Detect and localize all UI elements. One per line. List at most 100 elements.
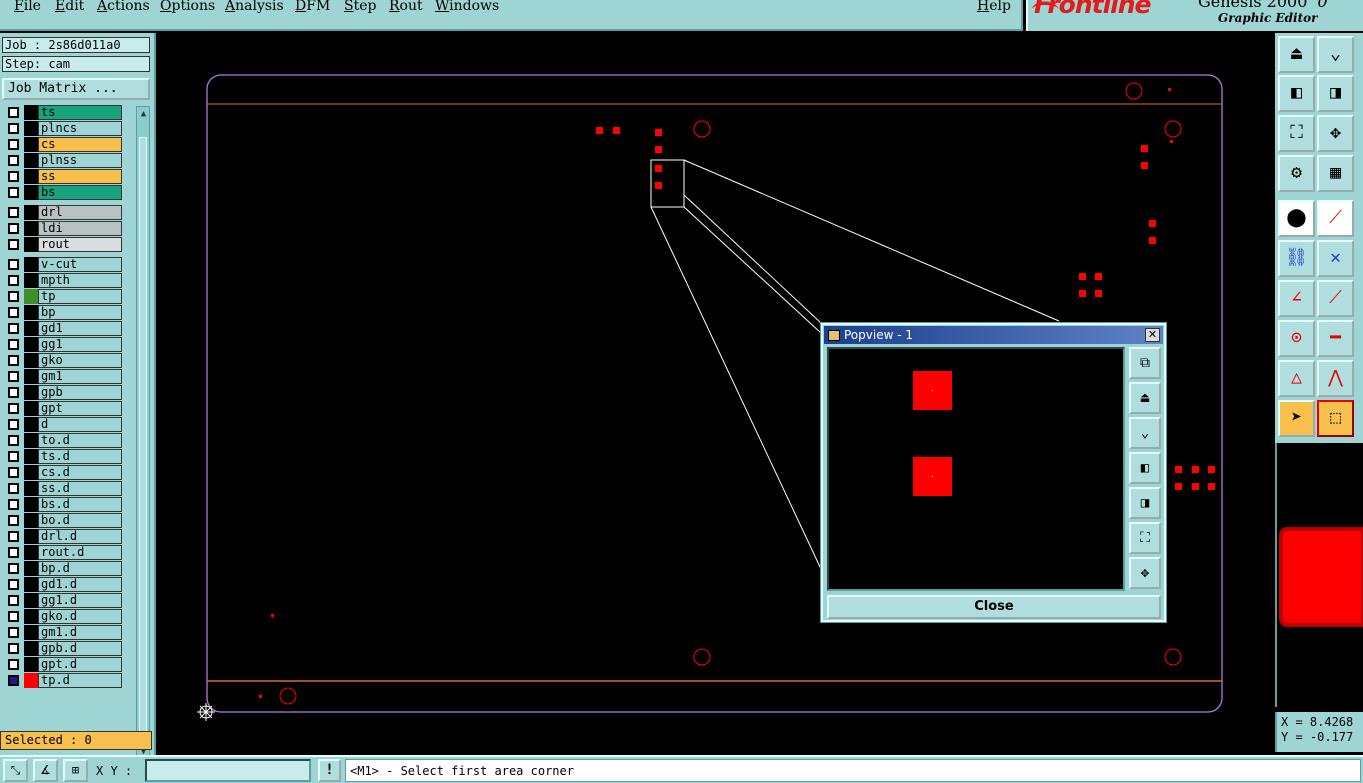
layer-checkbox[interactable] bbox=[8, 611, 19, 622]
layer-row[interactable]: gpb.d bbox=[2, 641, 134, 656]
angle-snap-icon[interactable]: ∡ bbox=[33, 759, 58, 782]
layer-scrollbar[interactable]: ▲ ▼ bbox=[136, 106, 150, 760]
layer-color-swatch[interactable] bbox=[24, 237, 38, 252]
layer-name[interactable]: ss bbox=[38, 169, 122, 184]
menu-rout[interactable]: Rout bbox=[389, 0, 423, 14]
menu-edit[interactable]: Edit bbox=[55, 0, 84, 14]
layer-checkbox[interactable] bbox=[8, 107, 19, 118]
line-icon[interactable]: ⟋ bbox=[1317, 280, 1354, 317]
triangle-icon[interactable]: △ bbox=[1278, 360, 1315, 397]
layer-color-swatch[interactable] bbox=[24, 289, 38, 304]
layer-row[interactable]: gpt.d bbox=[2, 657, 134, 672]
zoom-home-icon[interactable]: ⛶ bbox=[1129, 522, 1161, 554]
zoom-window-icon[interactable]: ⧉ bbox=[1129, 347, 1161, 379]
layer-color-swatch[interactable] bbox=[24, 673, 38, 688]
layer-color-swatch[interactable] bbox=[24, 497, 38, 512]
layer-checkbox[interactable] bbox=[8, 155, 19, 166]
layer-color-swatch[interactable] bbox=[24, 625, 38, 640]
pan-right-icon[interactable]: ◨ bbox=[1129, 487, 1161, 519]
layer-row[interactable]: bp.d bbox=[2, 561, 134, 576]
layer-name[interactable]: tp bbox=[38, 289, 122, 304]
layer-name[interactable]: gko bbox=[38, 353, 122, 368]
layer-row[interactable]: gd1 bbox=[2, 321, 134, 336]
layer-row[interactable]: plncs bbox=[2, 121, 134, 136]
layer-checkbox[interactable] bbox=[8, 307, 19, 318]
menu-windows[interactable]: Windows bbox=[435, 0, 499, 14]
layer-row[interactable]: gg1 bbox=[2, 337, 134, 352]
layer-row[interactable]: ss.d bbox=[2, 481, 134, 496]
pan-up-icon[interactable]: ⏏ bbox=[1278, 36, 1315, 73]
zoom-fit-icon[interactable]: ✥ bbox=[1129, 557, 1161, 589]
warning-button[interactable]: ! bbox=[318, 759, 341, 782]
layer-row[interactable]: drl bbox=[2, 205, 134, 220]
pan-left-icon[interactable]: ◧ bbox=[1278, 75, 1315, 112]
layer-color-swatch[interactable] bbox=[24, 321, 38, 336]
pan-down-icon[interactable]: ⌄ bbox=[1129, 417, 1161, 449]
layer-checkbox[interactable] bbox=[8, 355, 19, 366]
arc-icon[interactable]: ⋀ bbox=[1317, 360, 1354, 397]
layer-checkbox[interactable] bbox=[8, 291, 19, 302]
layer-name[interactable]: d bbox=[38, 417, 122, 432]
layer-row[interactable]: gg1.d bbox=[2, 593, 134, 608]
layer-row[interactable]: rout bbox=[2, 237, 134, 252]
layer-name[interactable]: bs bbox=[38, 185, 122, 200]
layer-checkbox[interactable] bbox=[8, 139, 19, 150]
layer-name[interactable]: bp bbox=[38, 305, 122, 320]
layer-checkbox[interactable] bbox=[8, 451, 19, 462]
layer-name[interactable]: ldi bbox=[38, 221, 122, 236]
layer-checkbox[interactable] bbox=[8, 371, 19, 382]
point-icon[interactable]: ⊙ bbox=[1278, 320, 1315, 357]
layer-color-swatch[interactable] bbox=[24, 433, 38, 448]
layer-checkbox[interactable] bbox=[8, 515, 19, 526]
layer-color-swatch[interactable] bbox=[24, 337, 38, 352]
layer-color-swatch[interactable] bbox=[24, 465, 38, 480]
layer-row[interactable]: mpth bbox=[2, 273, 134, 288]
layer-row[interactable]: ldi bbox=[2, 221, 134, 236]
layer-color-swatch[interactable] bbox=[24, 449, 38, 464]
layer-name[interactable]: mpth bbox=[38, 273, 122, 288]
layer-color-swatch[interactable] bbox=[24, 257, 38, 272]
layer-checkbox[interactable] bbox=[8, 595, 19, 606]
layer-color-swatch[interactable] bbox=[24, 221, 38, 236]
layer-row[interactable]: gko bbox=[2, 353, 134, 368]
menu-actions[interactable]: Actions bbox=[97, 0, 150, 14]
layer-checkbox[interactable] bbox=[8, 659, 19, 670]
pan-left-icon[interactable]: ◧ bbox=[1129, 452, 1161, 484]
layer-color-swatch[interactable] bbox=[24, 121, 38, 136]
layer-checkbox[interactable] bbox=[8, 123, 19, 134]
settings-icon[interactable]: ⚙ bbox=[1278, 155, 1315, 192]
snap-icon[interactable]: ⬤ bbox=[1278, 200, 1315, 237]
layer-name[interactable]: to.d bbox=[38, 433, 122, 448]
layer-row[interactable]: bo.d bbox=[2, 513, 134, 528]
close-icon[interactable]: ✕ bbox=[1145, 328, 1160, 342]
layer-color-swatch[interactable] bbox=[24, 641, 38, 656]
layer-checkbox[interactable] bbox=[8, 531, 19, 542]
layer-checkbox[interactable] bbox=[8, 499, 19, 510]
layer-checkbox[interactable] bbox=[8, 171, 19, 182]
layer-name[interactable]: gpb.d bbox=[38, 641, 122, 656]
layer-name[interactable]: rout.d bbox=[38, 545, 122, 560]
layer-color-swatch[interactable] bbox=[24, 577, 38, 592]
layer-row[interactable]: to.d bbox=[2, 433, 134, 448]
layer-checkbox[interactable] bbox=[8, 563, 19, 574]
popview-titlebar[interactable]: Popview - 1 ✕ bbox=[824, 326, 1163, 344]
layer-name[interactable]: gko.d bbox=[38, 609, 122, 624]
select-area-icon[interactable]: ⬚ bbox=[1317, 400, 1354, 437]
layer-row[interactable]: gko.d bbox=[2, 609, 134, 624]
layer-row[interactable]: tp.d bbox=[2, 673, 134, 688]
layer-name[interactable]: ts bbox=[38, 105, 122, 120]
pan-down-icon[interactable]: ⌄ bbox=[1317, 36, 1354, 73]
menu-dfm[interactable]: DFM bbox=[295, 0, 330, 14]
zoom-area-icon[interactable]: ⤡ bbox=[3, 759, 28, 782]
layer-checkbox[interactable] bbox=[8, 435, 19, 446]
layer-row[interactable]: bp bbox=[2, 305, 134, 320]
layer-checkbox[interactable] bbox=[8, 323, 19, 334]
xy-input[interactable] bbox=[145, 759, 311, 782]
layer-checkbox[interactable] bbox=[8, 239, 19, 250]
layer-name[interactable]: plncs bbox=[38, 121, 122, 136]
menu-file[interactable]: File bbox=[14, 0, 41, 14]
layer-color-swatch[interactable] bbox=[24, 401, 38, 416]
layer-color-swatch[interactable] bbox=[24, 593, 38, 608]
layer-color-swatch[interactable] bbox=[24, 153, 38, 168]
layer-row[interactable]: gd1.d bbox=[2, 577, 134, 592]
